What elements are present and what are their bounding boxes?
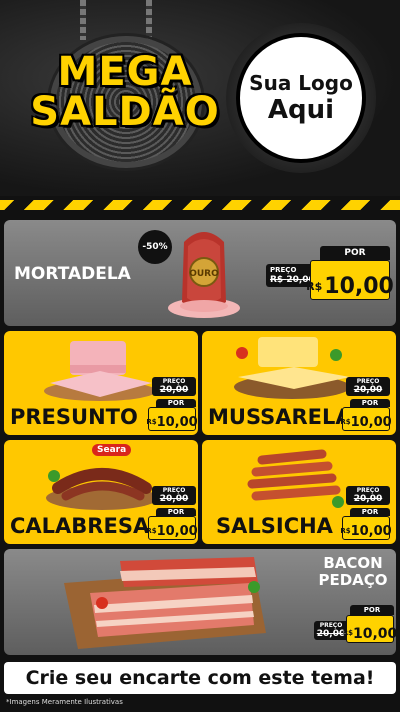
product-card-bacon[interactable]: BACON PEDAÇO PREÇO 20,00 POR R$ 10,00 <box>4 549 396 655</box>
brand-seal-text: OURO <box>189 269 219 279</box>
calabresa-image <box>46 468 158 510</box>
price-tag: PREÇO R$ 20,00 POR R$ 10,00 <box>266 246 394 300</box>
por-label: POR <box>320 246 390 260</box>
chain-decoration <box>80 0 86 40</box>
salsicha-image <box>247 449 344 508</box>
price-tag: PREÇO 20,00 POR R$ 10,00 <box>314 605 396 647</box>
product-name: CALABRESA <box>10 514 150 538</box>
price-tag: PREÇO 20,00 POR R$ 10,00 <box>146 377 198 431</box>
chain-decoration <box>146 0 152 40</box>
product-card-mussarela[interactable]: MUSSARELA PREÇO 20,00 POR R$ 10,00 <box>202 331 396 435</box>
product-name: BACON PEDAÇO <box>318 554 388 589</box>
logo-placeholder[interactable]: Sua Logo Aqui <box>236 33 366 163</box>
product-name: MORTADELA <box>14 264 131 284</box>
price-tag: PREÇO 20,00 POR R$ 10,00 <box>146 486 198 540</box>
product-card-calabresa[interactable]: Seara CALABRESA PREÇO 20,00 POR R$ 10,00 <box>4 440 198 544</box>
product-card-mortadela[interactable]: MORTADELA -50% OURO PREÇO R$ 20,00 POR R… <box>4 220 396 326</box>
cta-banner[interactable]: Crie seu encarte com este tema! <box>4 662 396 694</box>
product-name: PRESUNTO <box>10 405 138 429</box>
presunto-image <box>44 341 156 401</box>
product-name: SALSICHA <box>216 514 333 538</box>
product-card-presunto[interactable]: PRESUNTO PREÇO 20,00 POR R$ 10,00 <box>4 331 198 435</box>
logo-line2: Aqui <box>267 95 335 125</box>
price-tag: PREÇO 20,00 POR R$ 10,00 <box>340 377 392 431</box>
disclaimer-text: *Imagens Meramente Ilustrativas <box>6 698 123 706</box>
promo-title: MEGA SALDÃO <box>30 49 220 135</box>
mussarela-image <box>234 337 350 399</box>
logo-line1: Sua Logo <box>249 71 353 95</box>
caution-stripes <box>0 200 400 210</box>
bacon-image <box>64 557 266 649</box>
product-name: MUSSARELA <box>208 405 352 429</box>
header-banner: MEGA SALDÃO Sua Logo Aqui <box>0 0 400 196</box>
product-card-salsicha[interactable]: SALSICHA PREÇO 20,00 POR R$ 10,00 <box>202 440 396 544</box>
new-price: R$ 10,00 <box>306 260 394 300</box>
price-tag: PREÇO 20,00 POR R$ 10,00 <box>340 486 392 540</box>
mortadela-image: OURO <box>168 232 240 318</box>
